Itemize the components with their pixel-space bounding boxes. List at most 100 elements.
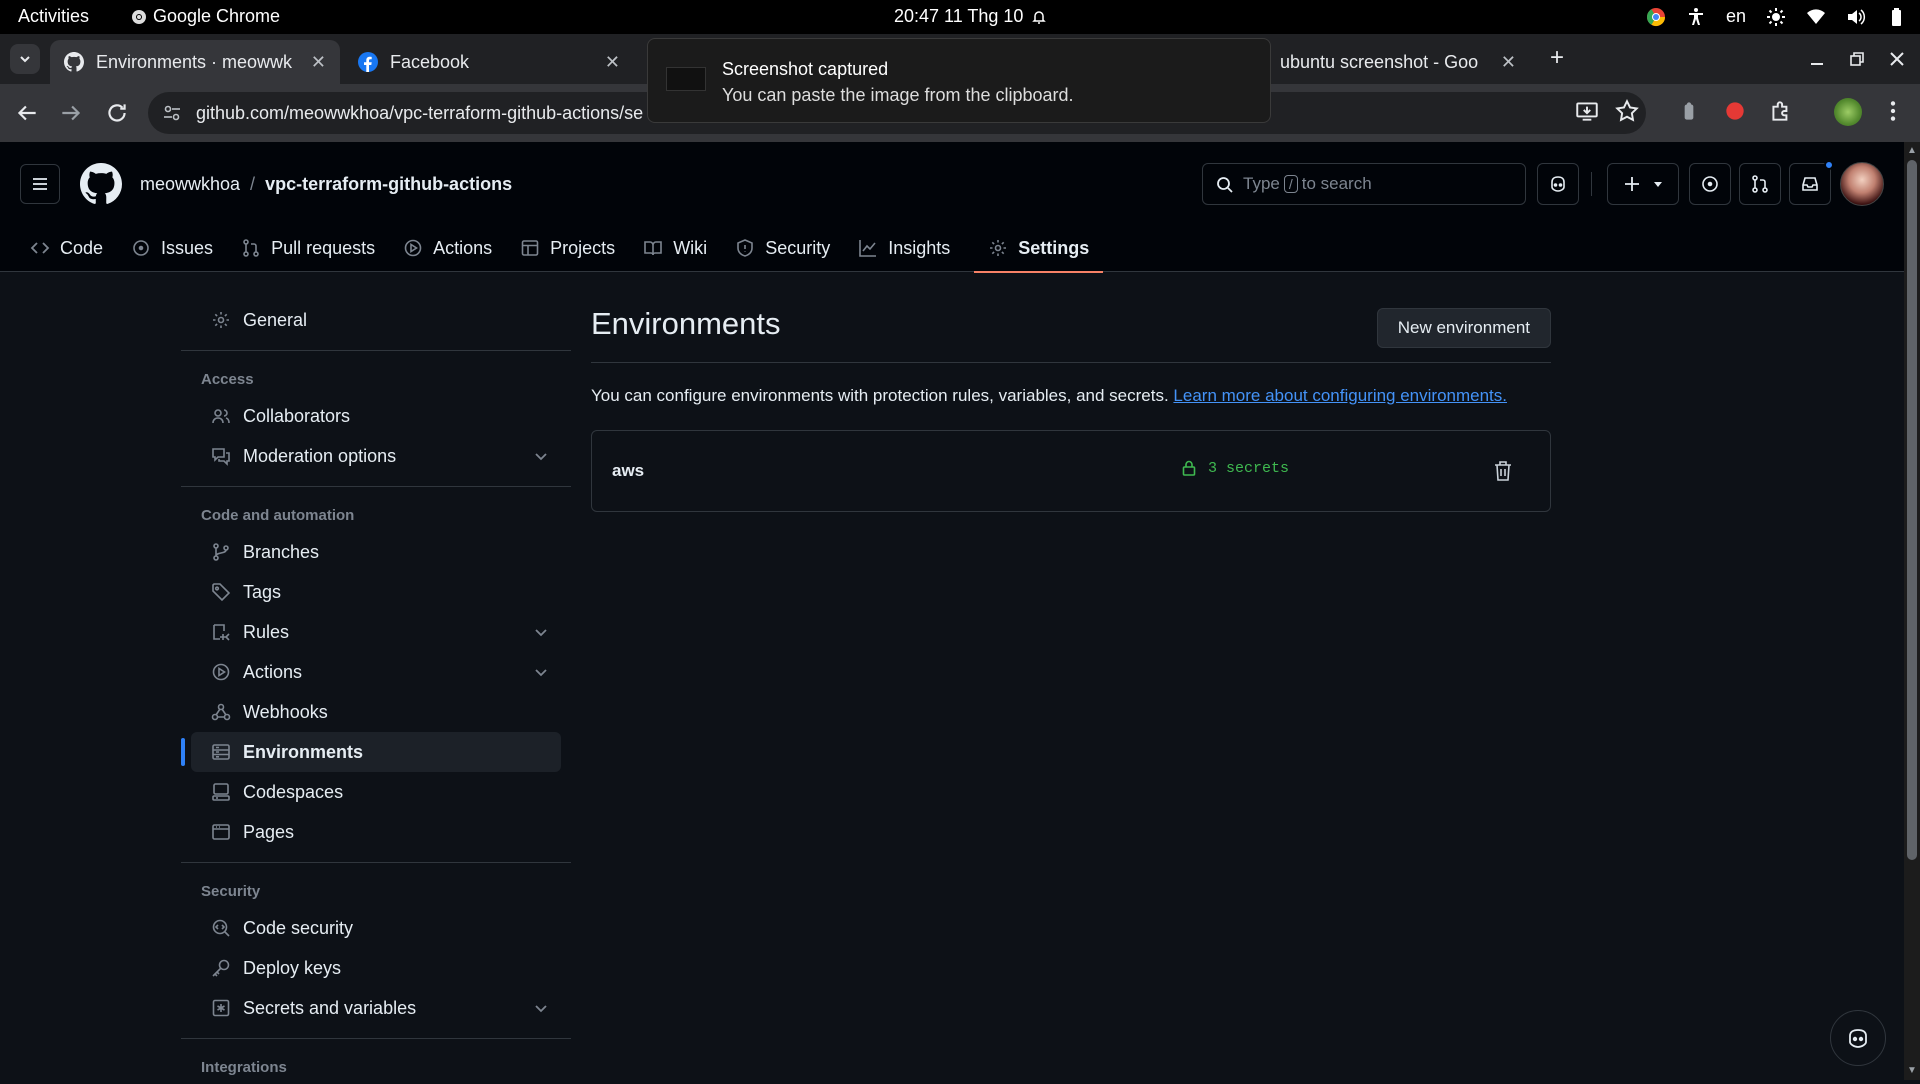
environment-name-link[interactable]: aws: [612, 461, 644, 481]
sidebar-item-codespaces[interactable]: Codespaces: [191, 772, 561, 812]
global-menu-button[interactable]: [20, 164, 60, 204]
scroll-down-arrow[interactable]: ▼: [1907, 1066, 1917, 1076]
battery-icon[interactable]: [1886, 7, 1906, 27]
tab-title: ubuntu screenshot - Goo: [1280, 51, 1479, 72]
scroll-up-arrow[interactable]: ▲: [1907, 146, 1917, 156]
clock-text: 20:47 11 Thg 10: [894, 6, 1024, 26]
new-tab-button[interactable]: +: [1544, 46, 1570, 72]
chevron-down-icon: [535, 669, 547, 677]
extensions-icon[interactable]: [1768, 98, 1794, 124]
minimize-icon[interactable]: [1806, 48, 1828, 70]
branch-icon: [213, 543, 229, 561]
app-menu[interactable]: Google Chrome: [131, 6, 280, 27]
sidebar-item-pages[interactable]: Pages: [191, 812, 561, 852]
issue-icon: [133, 240, 149, 256]
tab-pull-requests[interactable]: Pull requests: [227, 224, 389, 272]
github-logo-icon[interactable]: [80, 163, 122, 205]
close-tab-icon[interactable]: ✕: [1501, 52, 1516, 73]
sidebar-item-branches[interactable]: Branches: [191, 532, 561, 572]
user-avatar[interactable]: [1840, 162, 1884, 206]
tab-wiki[interactable]: Wiki: [629, 224, 721, 272]
brightness-icon[interactable]: [1766, 7, 1786, 27]
sidebar-item-webhooks[interactable]: Webhooks: [191, 692, 561, 732]
copilot-button[interactable]: [1537, 163, 1579, 205]
play-icon: [404, 239, 422, 257]
tab-security[interactable]: Security: [721, 224, 844, 272]
tab-projects[interactable]: Projects: [506, 224, 629, 272]
sidebar-item-actions[interactable]: Actions: [191, 652, 561, 692]
code-icon: [30, 242, 50, 254]
people-icon: [212, 409, 230, 424]
site-info-icon[interactable]: [162, 103, 182, 123]
sidebar-item-rules[interactable]: Rules: [191, 612, 561, 652]
copilot-chat-button[interactable]: [1830, 1010, 1886, 1066]
browser-tab-google-search[interactable]: ubuntu screenshot - Goo ✕: [1266, 40, 1530, 84]
plus-icon: [1625, 177, 1639, 191]
screenshot-notification[interactable]: Screenshot captured You can paste the im…: [647, 38, 1271, 123]
reload-icon[interactable]: [104, 100, 130, 126]
profile-avatar[interactable]: [1834, 98, 1862, 126]
language-indicator[interactable]: en: [1726, 6, 1746, 27]
sidebar-item-collaborators[interactable]: Collaborators: [191, 396, 561, 436]
sidebar-item-moderation[interactable]: Moderation options: [191, 436, 561, 476]
breadcrumb-separator: /: [250, 174, 256, 194]
sidebar-item-tags[interactable]: Tags: [191, 572, 561, 612]
browser-tab-facebook[interactable]: Facebook ✕: [344, 40, 634, 84]
sidebar-item-code-security[interactable]: Code security: [191, 908, 561, 948]
tab-settings[interactable]: Settings: [974, 224, 1104, 273]
page-scrollbar[interactable]: ▲ ▼: [1904, 142, 1920, 1080]
chevron-down-icon: [535, 1005, 547, 1013]
back-icon[interactable]: [14, 100, 40, 126]
tab-actions[interactable]: Actions: [389, 224, 506, 272]
extension-puzzle-icon[interactable]: [1676, 98, 1702, 124]
wifi-icon[interactable]: [1806, 7, 1826, 27]
create-new-button[interactable]: [1607, 163, 1679, 205]
more-menu-icon[interactable]: [1880, 98, 1906, 124]
chrome-tray-icon[interactable]: [1646, 7, 1666, 27]
accessibility-icon[interactable]: [1686, 7, 1706, 27]
learn-more-link[interactable]: Learn more about configuring environment…: [1173, 386, 1507, 405]
sidebar-item-general[interactable]: General: [191, 300, 561, 340]
chevron-down-icon: [535, 453, 547, 461]
sidebar-item-deploy-keys[interactable]: Deploy keys: [191, 948, 561, 988]
notification-dot: [1824, 160, 1834, 170]
tab-code[interactable]: Code: [16, 224, 117, 272]
search-suffix: to search: [1301, 174, 1372, 193]
codespaces-icon: [212, 783, 230, 801]
issues-button[interactable]: [1689, 163, 1731, 205]
forward-icon[interactable]: [58, 100, 84, 126]
graph-icon: [859, 240, 877, 257]
play-icon: [212, 663, 230, 681]
bookmark-star-icon[interactable]: [1614, 98, 1640, 124]
pull-requests-button[interactable]: [1739, 163, 1781, 205]
install-app-icon[interactable]: [1574, 98, 1600, 124]
record-extension-icon[interactable]: [1722, 98, 1748, 124]
scrollbar-thumb[interactable]: [1907, 160, 1917, 860]
sidebar-item-label: Actions: [243, 661, 303, 682]
close-tab-icon[interactable]: ✕: [311, 52, 326, 73]
clock[interactable]: 20:47 11 Thg 10: [894, 6, 1047, 27]
comment-discussion-icon: [212, 448, 230, 466]
sidebar-item-secrets-variables[interactable]: Secrets and variables: [191, 988, 561, 1028]
close-tab-icon[interactable]: ✕: [605, 52, 620, 73]
tab-search-button[interactable]: [10, 44, 40, 74]
description-text: You can configure environments with prot…: [591, 386, 1169, 405]
sidebar-item-environments[interactable]: Environments: [181, 732, 561, 772]
tab-issues[interactable]: Issues: [117, 224, 227, 272]
repo-link[interactable]: vpc-terraform-github-actions: [265, 174, 512, 195]
restore-icon[interactable]: [1846, 48, 1868, 70]
volume-icon[interactable]: [1846, 7, 1866, 27]
search-input[interactable]: Type / to search: [1202, 163, 1526, 205]
close-window-icon[interactable]: [1886, 48, 1908, 70]
browser-tab-environments[interactable]: Environments · meowwk ✕: [50, 40, 340, 84]
inbox-icon: [1802, 177, 1818, 191]
owner-link[interactable]: meowwkhoa: [140, 174, 240, 195]
activities-button[interactable]: Activities: [18, 6, 89, 27]
new-environment-button[interactable]: New environment: [1376, 308, 1551, 348]
tab-insights[interactable]: Insights: [844, 224, 964, 272]
inbox-button[interactable]: [1789, 160, 1834, 205]
sidebar-divider: [181, 350, 571, 351]
gear-icon: [213, 312, 229, 328]
trash-icon[interactable]: [1492, 459, 1514, 483]
lock-icon: [1182, 460, 1196, 476]
